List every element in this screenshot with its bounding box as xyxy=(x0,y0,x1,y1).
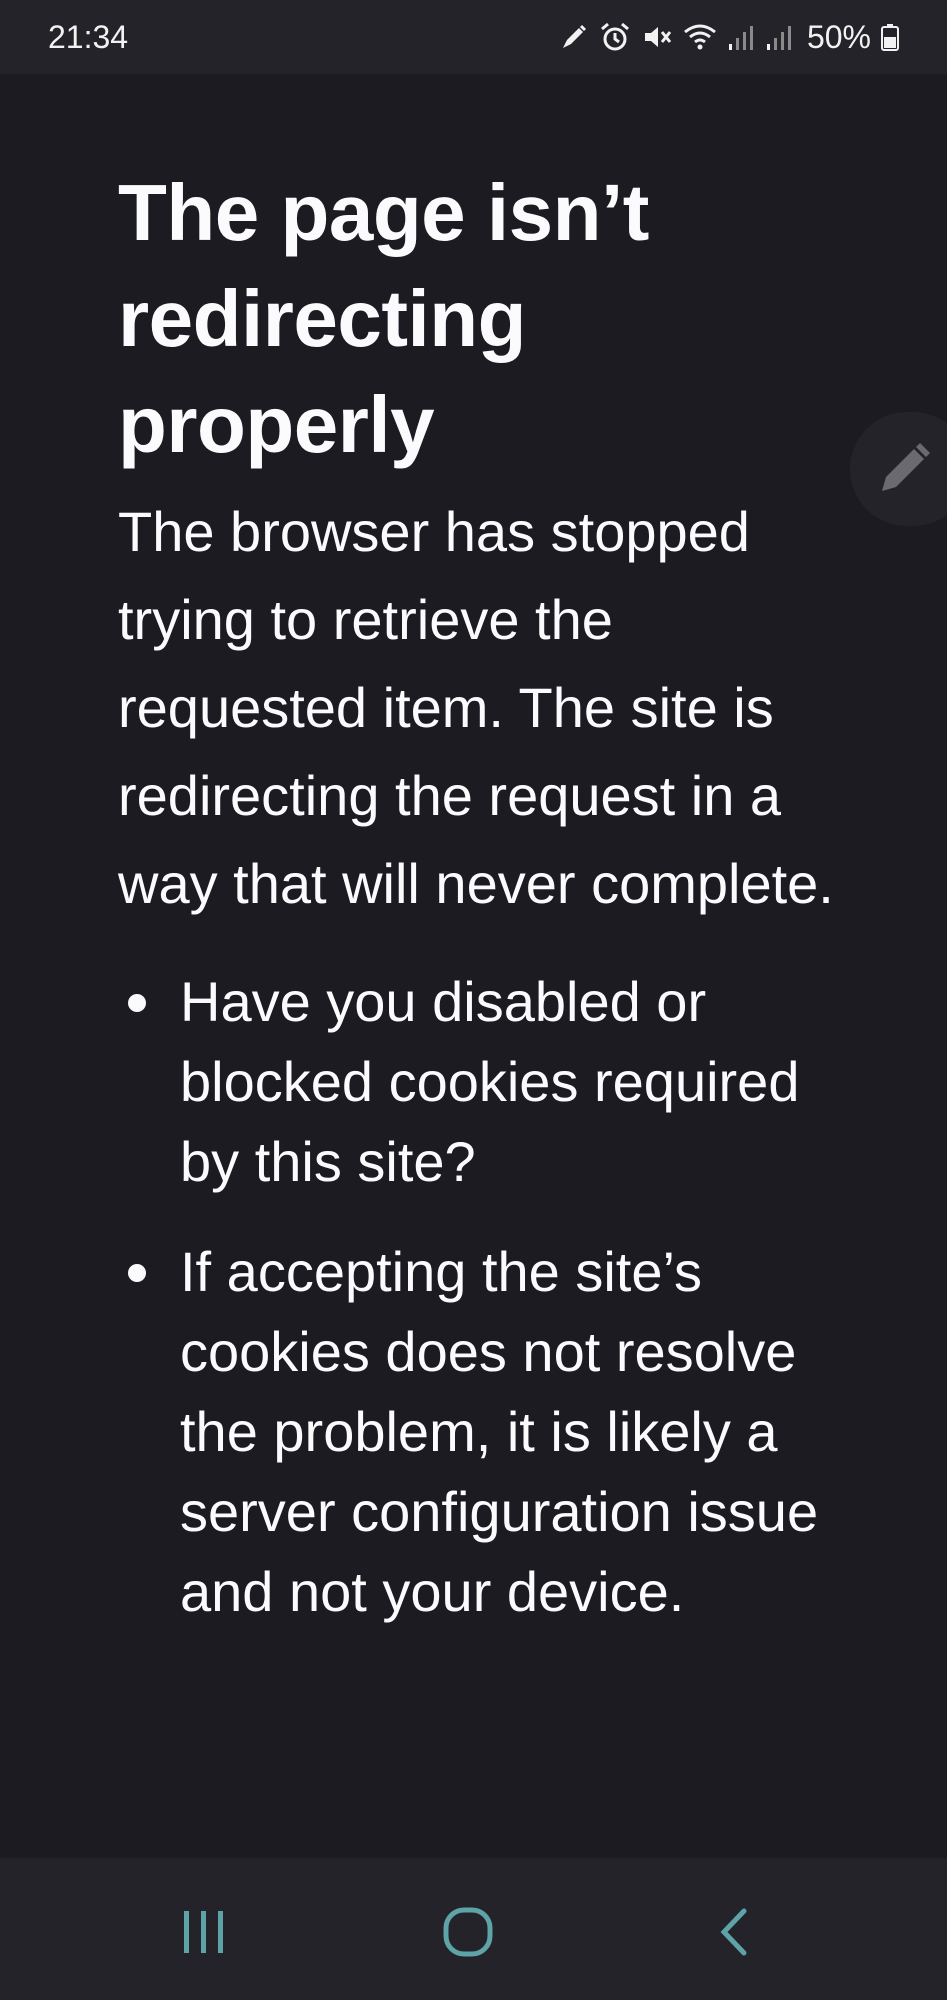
list-item: Have you disabled or blocked cookies req… xyxy=(118,962,838,1202)
bullet-icon xyxy=(128,994,146,1012)
page-title: The page isn’t redirecting properly xyxy=(118,168,649,469)
recents-button[interactable] xyxy=(164,1892,244,1972)
error-content: The page isn’t redirecting properly The … xyxy=(118,160,838,1662)
wifi-icon xyxy=(684,24,716,50)
signal-icon xyxy=(728,26,753,50)
edit-floating-button[interactable] xyxy=(850,412,947,526)
battery-icon xyxy=(881,24,899,51)
back-button[interactable] xyxy=(694,1892,774,1972)
home-button[interactable] xyxy=(428,1892,508,1972)
error-description: The browser has stopped trying to retrie… xyxy=(118,500,834,915)
status-bar: 21:34 50% xyxy=(0,0,947,74)
status-icons: 50% xyxy=(559,19,899,56)
bullet-icon xyxy=(128,1264,146,1282)
navigation-bar xyxy=(0,1858,947,2000)
mute-icon xyxy=(644,27,672,47)
battery-percent: 50% xyxy=(806,18,871,55)
back-icon xyxy=(720,1908,747,1956)
recents-icon xyxy=(184,1911,223,1953)
list-item: If accepting the site’s cookies does not… xyxy=(118,1232,838,1632)
list-item-text: If accepting the site’s cookies does not… xyxy=(180,1240,819,1623)
status-time: 21:34 xyxy=(48,18,129,55)
pencil-icon xyxy=(882,443,930,491)
signal-icon xyxy=(766,26,791,50)
suggestion-list: Have you disabled or blocked cookies req… xyxy=(118,962,838,1632)
edit-pen-icon xyxy=(562,24,587,48)
alarm-icon xyxy=(600,22,629,51)
home-icon xyxy=(443,1907,493,1957)
list-item-text: Have you disabled or blocked cookies req… xyxy=(180,970,800,1193)
